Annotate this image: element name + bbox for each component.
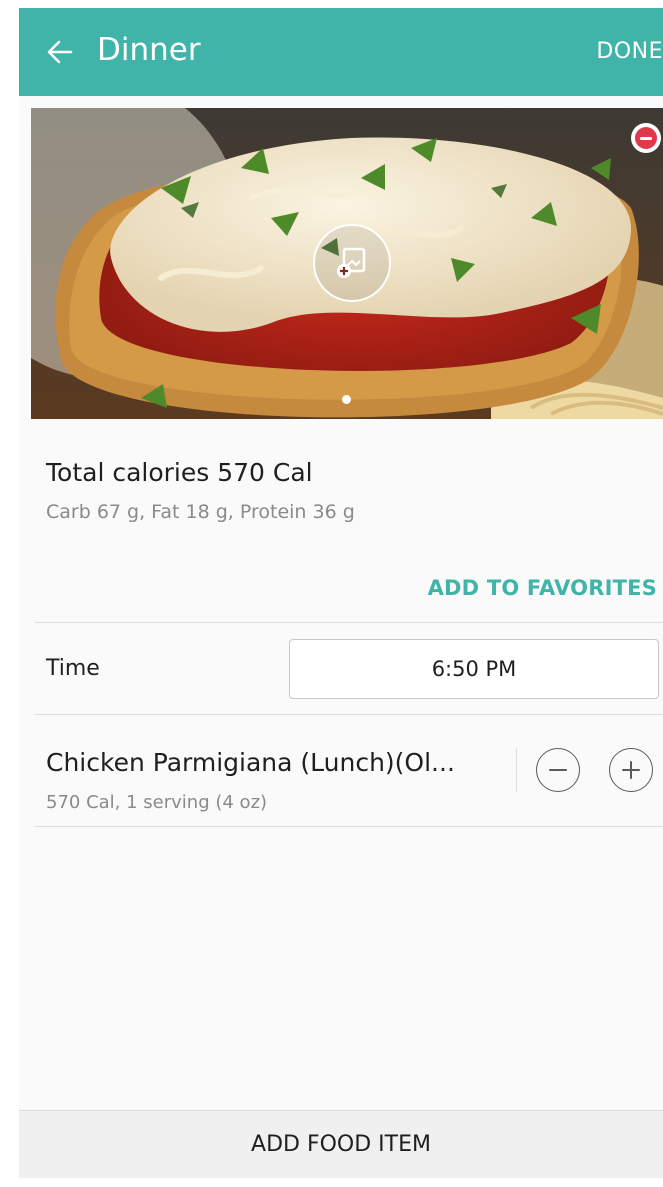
minus-circle-icon bbox=[635, 127, 657, 149]
time-picker[interactable]: 6:50 PM bbox=[289, 639, 659, 699]
meal-screen: Dinner DONE Total calories 570 Cal Carb … bbox=[19, 8, 663, 1178]
time-label: Time bbox=[46, 656, 100, 681]
arrow-left-icon bbox=[47, 40, 73, 64]
vertical-divider bbox=[516, 748, 517, 792]
page-indicator-dot bbox=[342, 395, 351, 404]
remove-photo-button[interactable] bbox=[631, 123, 661, 153]
divider bbox=[35, 714, 663, 715]
page-title: Dinner bbox=[97, 32, 201, 68]
total-calories: Total calories 570 Cal bbox=[46, 458, 313, 487]
divider bbox=[35, 826, 663, 827]
food-item-detail: 570 Cal, 1 serving (4 oz) bbox=[46, 792, 268, 813]
divider bbox=[35, 622, 663, 623]
app-bar: Dinner DONE bbox=[19, 8, 663, 96]
add-food-item-button[interactable]: ADD FOOD ITEM bbox=[19, 1110, 663, 1178]
plus-icon bbox=[622, 761, 640, 779]
add-to-favorites-button[interactable]: ADD TO FAVORITES bbox=[428, 576, 657, 600]
add-photo-button[interactable] bbox=[313, 224, 391, 302]
done-button[interactable]: DONE bbox=[596, 39, 663, 64]
meal-photo[interactable] bbox=[31, 108, 663, 419]
add-image-icon bbox=[337, 247, 366, 278]
minus-icon bbox=[549, 769, 567, 771]
increase-serving-button[interactable] bbox=[609, 748, 653, 792]
food-item-name[interactable]: Chicken Parmigiana (Lunch)(Ol... bbox=[46, 748, 498, 777]
macros-summary: Carb 67 g, Fat 18 g, Protein 36 g bbox=[46, 501, 355, 523]
decrease-serving-button[interactable] bbox=[536, 748, 580, 792]
back-button[interactable] bbox=[41, 33, 79, 71]
